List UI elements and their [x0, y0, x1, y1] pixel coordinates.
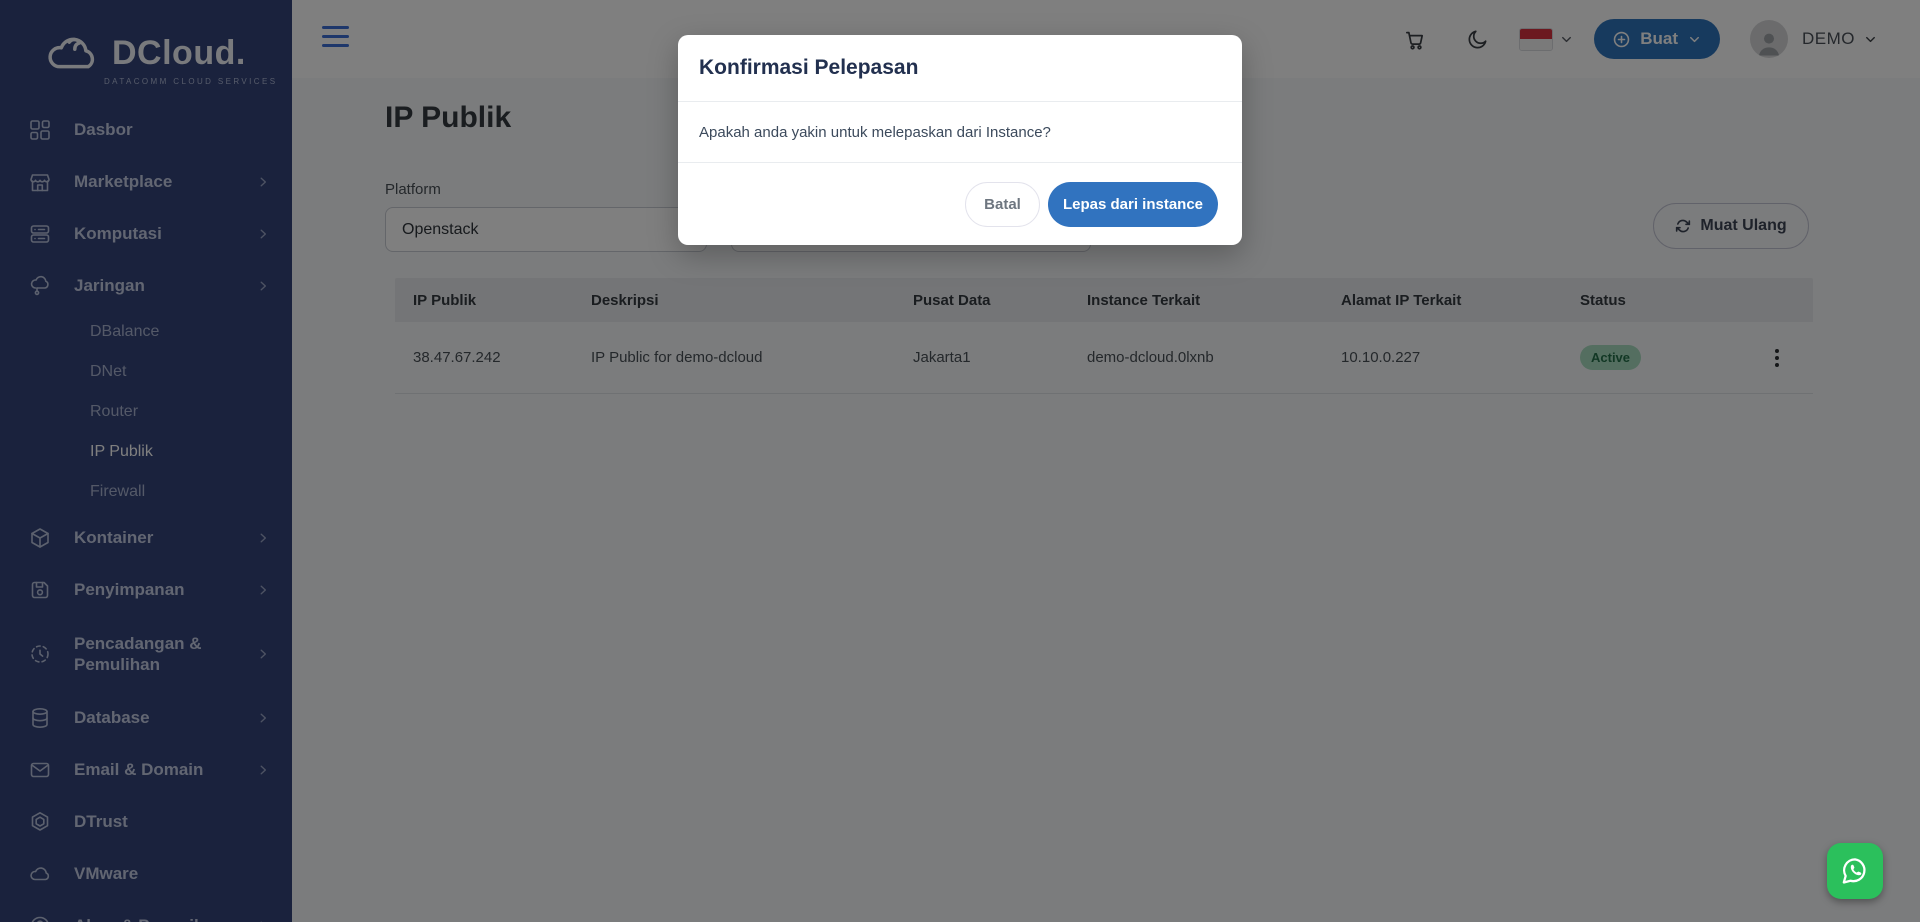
cancel-button[interactable]: Batal [965, 182, 1040, 227]
dialog-header: Konfirmasi Pelepasan [678, 35, 1242, 102]
dialog-title: Konfirmasi Pelepasan [699, 56, 918, 80]
detach-instance-button[interactable]: Lepas dari instance [1048, 182, 1218, 227]
whatsapp-chat-button[interactable] [1827, 843, 1883, 899]
confirmation-dialog: Konfirmasi Pelepasan Apakah anda yakin u… [678, 35, 1242, 245]
whatsapp-icon [1839, 855, 1871, 887]
dialog-footer: Batal Lepas dari instance [678, 163, 1242, 245]
dialog-message: Apakah anda yakin untuk melepaskan dari … [699, 124, 1051, 141]
dialog-body: Apakah anda yakin untuk melepaskan dari … [678, 102, 1242, 163]
